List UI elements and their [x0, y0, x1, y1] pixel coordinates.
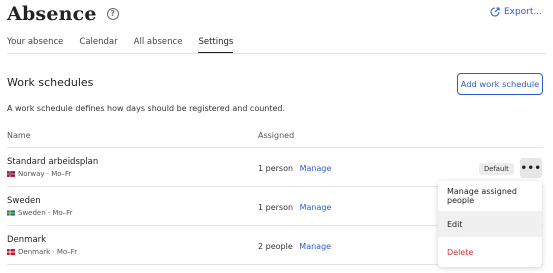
export-icon	[490, 7, 500, 17]
export-button[interactable]: Export...	[490, 7, 542, 17]
schedule-details: Denmark · Mo–Fr	[7, 248, 77, 256]
schedule-sub-label: Norway · Mo–Fr	[18, 170, 72, 178]
manage-link[interactable]: Manage	[299, 242, 331, 251]
assigned-cell: 1 person Manage	[258, 203, 331, 212]
page-title: Absence	[7, 3, 97, 25]
export-label: Export...	[503, 7, 542, 17]
tabs-divider	[7, 53, 546, 54]
assigned-cell: 1 person Manage	[258, 164, 331, 173]
norway-flag-icon	[7, 171, 15, 177]
sweden-flag-icon	[7, 210, 15, 216]
add-work-schedule-button[interactable]: Add work schedule	[457, 73, 543, 95]
table-divider	[7, 147, 543, 148]
assigned-cell: 2 people Manage	[258, 242, 331, 251]
tab-bar: Your absence Calendar All absence Settin…	[7, 37, 249, 54]
schedule-details: Sweden · Mo–Fr	[7, 209, 73, 217]
assigned-count: 1 person	[258, 203, 294, 212]
page-header: Absence ?	[7, 2, 119, 26]
column-header-assigned: Assigned	[258, 131, 295, 140]
help-icon[interactable]: ?	[106, 8, 119, 20]
assigned-count: 2 people	[258, 242, 293, 251]
schedule-name: Denmark	[7, 235, 47, 245]
schedule-sub-label: Denmark · Mo–Fr	[18, 248, 78, 256]
tab-your-absence[interactable]: Your absence	[7, 37, 63, 53]
tab-calendar[interactable]: Calendar	[79, 37, 117, 53]
denmark-flag-icon	[7, 249, 15, 255]
manage-link[interactable]: Manage	[300, 164, 332, 173]
menu-item-delete[interactable]: Delete	[438, 239, 542, 265]
menu-item-edit[interactable]: Edit	[438, 211, 542, 237]
tab-settings[interactable]: Settings	[198, 37, 233, 54]
schedule-name: Sweden	[7, 196, 41, 206]
section-description: A work schedule defines how days should …	[7, 104, 286, 113]
assigned-count: 1 person	[258, 164, 294, 173]
manage-link[interactable]: Manage	[300, 203, 332, 212]
schedule-details: Norway · Mo–Fr	[7, 170, 71, 178]
row-options-menu: Manage assigned people Edit Delete	[438, 181, 542, 267]
column-header-name: Name	[7, 131, 31, 140]
menu-item-manage-assigned-people[interactable]: Manage assigned people	[438, 183, 542, 209]
tab-all-absence[interactable]: All absence	[134, 37, 183, 53]
schedule-name: Standard arbeidsplan	[7, 157, 99, 167]
more-options-button[interactable]: •••	[520, 158, 542, 178]
default-badge: Default	[479, 163, 514, 175]
section-title: Work schedules	[7, 76, 94, 89]
schedule-sub-label: Sweden · Mo–Fr	[18, 209, 73, 217]
